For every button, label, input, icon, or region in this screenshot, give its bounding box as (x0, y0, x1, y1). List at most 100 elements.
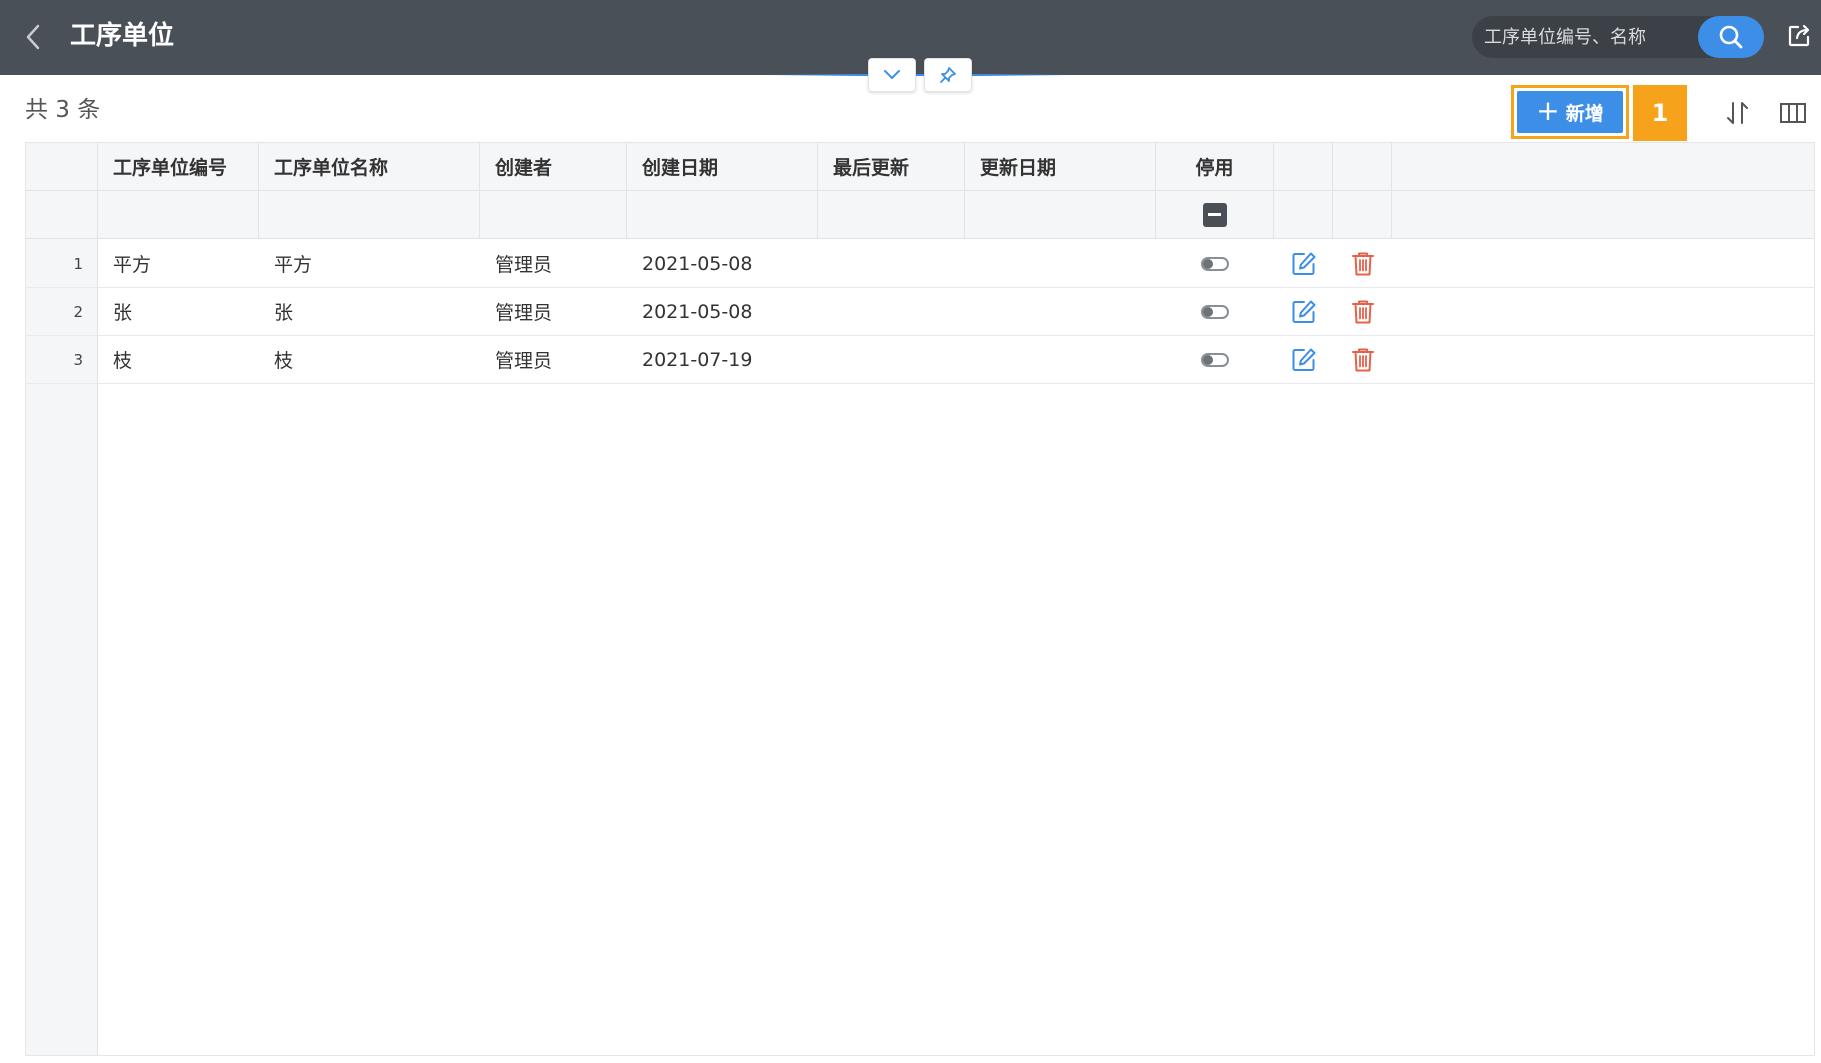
edit-button[interactable] (1291, 347, 1317, 373)
delete-button[interactable] (1351, 251, 1375, 277)
chevron-down-icon (884, 70, 900, 79)
cell-delete (1333, 288, 1392, 335)
pin-icon (940, 67, 956, 83)
pin-button[interactable] (924, 58, 972, 92)
search-input[interactable] (1484, 16, 1684, 58)
edit-button[interactable] (1291, 251, 1317, 277)
trash-icon (1351, 300, 1374, 323)
filter-index (26, 191, 98, 238)
cell-filler (1392, 240, 1814, 287)
search-icon (1719, 25, 1743, 49)
cell-last-updated (818, 240, 965, 287)
column-header-filler (1392, 143, 1814, 190)
filter-delete (1333, 191, 1392, 238)
row-index: 3 (26, 336, 98, 383)
search-button[interactable] (1698, 16, 1764, 58)
filter-last-updated[interactable] (818, 191, 965, 238)
cell-updated (965, 336, 1156, 383)
cell-updated (965, 240, 1156, 287)
column-header-name[interactable]: 工序单位名称 (259, 143, 480, 190)
sort-icon (1727, 102, 1748, 124)
step-marker: 1 (1633, 85, 1687, 141)
cell-code: 平方 (113, 254, 152, 276)
cell-filler (1392, 288, 1814, 335)
edit-icon (1292, 300, 1315, 323)
cell-delete (1333, 240, 1392, 287)
header-accent-line (770, 74, 1070, 76)
cell-last-updated (818, 288, 965, 335)
sort-button[interactable] (1722, 98, 1754, 128)
cell-edit (1274, 288, 1333, 335)
table-header-row: 工序单位编号 工序单位名称 创建者 创建日期 最后更新 更新日期 停用 (26, 143, 1814, 191)
indeterminate-checkbox[interactable] (1202, 202, 1227, 227)
cell-edit (1274, 240, 1333, 287)
filter-edit (1274, 191, 1333, 238)
external-link-icon (1788, 24, 1810, 47)
back-button[interactable] (18, 20, 48, 54)
edit-icon (1292, 348, 1315, 371)
column-header-last-updated[interactable]: 最后更新 (818, 143, 965, 190)
cell-name: 平方 (274, 254, 313, 276)
page-title: 工序单位 (70, 21, 175, 51)
column-header-delete (1333, 143, 1392, 190)
columns-icon (1780, 103, 1806, 123)
delete-button[interactable] (1351, 347, 1375, 373)
cell-edit (1274, 336, 1333, 383)
row-index: 1 (26, 240, 98, 287)
add-button-highlight: + 新增 (1511, 85, 1629, 139)
filter-creator[interactable] (480, 191, 627, 238)
filter-filler (1392, 191, 1814, 238)
index-header (26, 143, 98, 190)
table-row[interactable]: 1 平方 平方 管理员 2021-05-08 (26, 240, 1814, 288)
filter-code[interactable] (98, 191, 259, 238)
cell-creator: 管理员 (495, 302, 553, 324)
cell-updated (965, 288, 1156, 335)
cell-disabled (1156, 288, 1274, 335)
chevron-left-icon (26, 24, 40, 50)
table-row[interactable]: 2 张 张 管理员 2021-05-08 (26, 288, 1814, 336)
column-header-disabled[interactable]: 停用 (1156, 143, 1274, 190)
edit-button[interactable] (1291, 299, 1317, 325)
cell-code: 枝 (113, 350, 133, 372)
collapse-button[interactable] (868, 58, 916, 92)
cell-creator: 管理员 (495, 254, 553, 276)
trash-icon (1351, 348, 1374, 371)
disable-toggle[interactable] (1201, 256, 1229, 271)
record-count: 共 3 条 (25, 97, 101, 123)
filter-updated[interactable] (965, 191, 1156, 238)
data-table: 工序单位编号 工序单位名称 创建者 创建日期 最后更新 更新日期 停用 1 平方… (25, 142, 1815, 1056)
column-header-code[interactable]: 工序单位编号 (98, 143, 259, 190)
filter-disabled (1156, 191, 1274, 238)
trash-icon (1351, 252, 1374, 275)
row-index: 2 (26, 288, 98, 335)
column-header-updated[interactable]: 更新日期 (965, 143, 1156, 190)
column-header-created[interactable]: 创建日期 (627, 143, 818, 190)
table-filter-row (26, 191, 1814, 239)
delete-button[interactable] (1351, 299, 1375, 325)
export-button[interactable] (1784, 20, 1814, 52)
columns-button[interactable] (1777, 98, 1809, 128)
cell-created: 2021-05-08 (642, 300, 753, 323)
add-button[interactable]: + 新增 (1517, 91, 1623, 133)
column-header-edit (1274, 143, 1333, 190)
cell-name: 张 (274, 302, 294, 324)
cell-filler (1392, 336, 1814, 383)
cell-disabled (1156, 336, 1274, 383)
disable-toggle[interactable] (1201, 352, 1229, 367)
filter-name[interactable] (259, 191, 480, 238)
filter-created[interactable] (627, 191, 818, 238)
cell-creator: 管理员 (495, 350, 553, 372)
cell-disabled (1156, 240, 1274, 287)
cell-last-updated (818, 336, 965, 383)
cell-code: 张 (113, 302, 133, 324)
table-row[interactable]: 3 枝 枝 管理员 2021-07-19 (26, 336, 1814, 384)
plus-icon: + (1536, 93, 1560, 127)
cell-created: 2021-07-19 (642, 348, 753, 371)
add-button-label: 新增 (1565, 102, 1604, 125)
column-header-creator[interactable]: 创建者 (480, 143, 627, 190)
disable-toggle[interactable] (1201, 304, 1229, 319)
cell-name: 枝 (274, 350, 294, 372)
edit-icon (1292, 252, 1315, 275)
cell-created: 2021-05-08 (642, 252, 753, 275)
cell-delete (1333, 336, 1392, 383)
